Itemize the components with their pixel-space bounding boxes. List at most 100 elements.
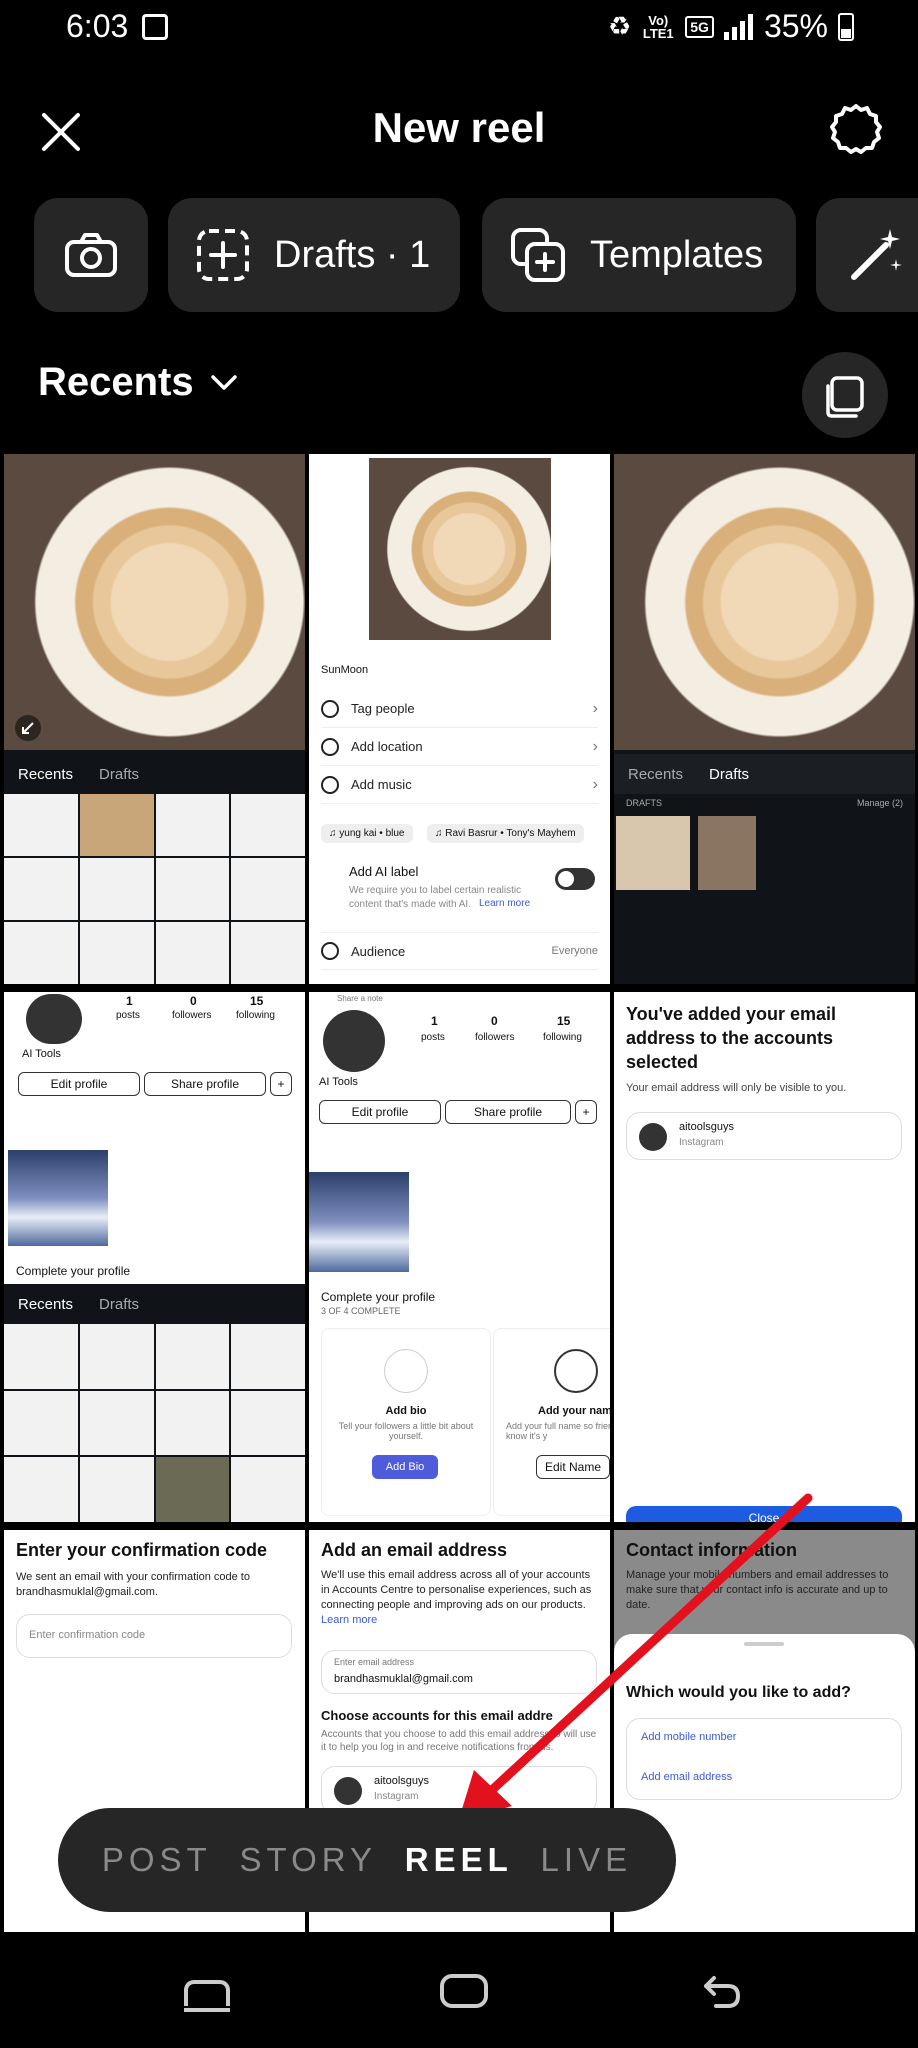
network-5g-indicator: 5G — [685, 15, 714, 38]
sun-moon-artwork — [369, 458, 551, 640]
add-email-sub: We'll use this email address across all … — [321, 1569, 592, 1611]
email-added-sub: Your email address will only be visible … — [626, 1082, 847, 1094]
sun-moon-artwork — [4, 454, 305, 750]
complete-profile-text: Complete your profile — [321, 1290, 436, 1304]
signal-icon — [723, 13, 754, 40]
media-thumbnail-5[interactable]: Share a note 1 posts 0 followers 15 foll… — [309, 992, 610, 1522]
mode-live[interactable]: LIVE — [541, 1841, 633, 1879]
confirmation-placeholder: Enter confirmation code — [29, 1629, 146, 1641]
mini-grid — [4, 794, 305, 984]
add-bio-desc: Tell your followers a little bit about y… — [338, 1421, 474, 1441]
manage-drafts: Manage (2) — [856, 798, 903, 808]
sheet-title: Which would you like to add? — [626, 1684, 851, 1701]
edit-profile-button: Edit profile — [18, 1072, 140, 1096]
avatar — [334, 1777, 362, 1805]
album-selector[interactable]: Recents — [38, 360, 238, 405]
battery-percent: 35% — [763, 8, 828, 44]
mode-reel[interactable]: REEL — [405, 1841, 513, 1879]
back-icon[interactable] — [702, 1972, 742, 2012]
confirmation-heading: Enter your confirmation code — [16, 1540, 268, 1560]
choose-accounts-sub: Accounts that you choose to add this ema… — [321, 1729, 597, 1753]
mode-story[interactable]: STORY — [240, 1841, 378, 1879]
tag-people-row: Tag people › — [321, 690, 598, 728]
account-app: Instagram — [679, 1137, 724, 1148]
media-thumbnail-2[interactable]: SunMoon Tag people › Add location › Add mu… — [309, 454, 610, 984]
posts-label: posts — [116, 1010, 140, 1021]
multi-select-icon — [826, 376, 864, 418]
account-name: aitoolsguys — [679, 1121, 735, 1133]
ai-label-learn-more: Learn more — [479, 898, 531, 909]
expand-icon — [15, 715, 41, 741]
posts-count: 1 — [126, 994, 133, 1008]
edit-name-button: Edit Name — [536, 1455, 610, 1479]
mini-tab-drafts: Drafts — [99, 765, 140, 783]
templates-button[interactable]: Templates — [482, 198, 796, 312]
mini-tab-drafts: Drafts — [99, 1295, 140, 1313]
music-chip-1: ♫ yung kai • blue — [321, 824, 413, 843]
draft-thumb-2 — [698, 816, 756, 890]
templates-label: Templates — [590, 233, 764, 276]
page-title: New reel — [372, 104, 546, 151]
add-name-desc: Add your full name so friends know it's … — [506, 1421, 610, 1441]
add-name-card: Add your name Add your full name so frie… — [493, 1328, 610, 1516]
followers-count: 0 — [190, 994, 197, 1008]
header: New reel — [0, 88, 918, 168]
volte-indicator: Vo) LTE1 — [642, 12, 674, 41]
camera-button[interactable] — [34, 198, 148, 312]
album-label: Recents — [38, 360, 194, 404]
share-profile-button: Share profile — [144, 1072, 266, 1096]
select-multiple-button[interactable] — [802, 352, 888, 438]
add-bio-title: Add bio — [385, 1405, 427, 1417]
music-chip-2: ♫ Ravi Basrur • Tony's Mayhem — [427, 824, 584, 843]
status-icons: ♻ Vo) LTE1 5G 35% — [608, 8, 854, 45]
capture-mode-selector: POST STORY REEL LIVE — [58, 1808, 676, 1912]
profile-name: AI Tools — [22, 1048, 61, 1060]
add-person-button: + — [575, 1100, 597, 1124]
confirmation-sub: We sent an email with your confirmation … — [16, 1571, 250, 1598]
magic-wand-icon — [851, 229, 902, 280]
account-app: Instagram — [374, 1791, 419, 1802]
following-label: following — [236, 1010, 275, 1021]
media-thumbnail-1[interactable]: Recents Drafts — [4, 454, 305, 984]
following-count: 15 — [250, 994, 264, 1008]
confirmation-code-input: Enter confirmation code — [16, 1614, 292, 1658]
add-email-option: Add email address — [641, 1771, 733, 1783]
add-location-row: Add location › — [321, 728, 598, 766]
add-bio-card: Add bio Tell your followers a little bit… — [321, 1328, 491, 1516]
media-thumbnail-4[interactable]: 1 posts 0 followers 15 following AI Tool… — [4, 992, 305, 1522]
contact-info-sub: Manage your mobile numbers and email add… — [626, 1569, 889, 1611]
contact-info-heading: Contact information — [626, 1540, 797, 1560]
mini-tabbar: Recents Drafts — [614, 754, 915, 794]
add-email-learn-more: Learn more — [321, 1614, 378, 1626]
mode-post[interactable]: POST — [102, 1841, 212, 1879]
add-person-button: + — [270, 1072, 292, 1096]
settings-gear-icon[interactable] — [828, 102, 884, 158]
status-bar: 6:03 ♻ Vo) LTE1 5G 35% — [0, 0, 918, 56]
posts-count: 1 — [431, 1014, 438, 1028]
sun-moon-artwork — [614, 454, 915, 750]
account-card: aitoolsguys Instagram — [626, 1112, 902, 1160]
drafts-label: Drafts · 1 — [274, 233, 431, 276]
profile-name: AI Tools — [319, 1076, 358, 1088]
add-options-card: Add mobile number Add email address — [626, 1718, 902, 1800]
action-chips: Drafts · 1 Templates — [0, 198, 918, 314]
media-thumbnail-6[interactable]: You've added your email address to the a… — [614, 992, 915, 1522]
mini-tab-recents: Recents — [18, 765, 74, 783]
edit-profile-button: Edit profile — [319, 1100, 441, 1124]
followers-label: followers — [475, 1032, 515, 1043]
ai-magic-button[interactable] — [816, 198, 918, 312]
recent-apps-icon[interactable] — [184, 1980, 230, 2012]
following-count: 15 — [557, 1014, 571, 1028]
add-bio-icon — [384, 1349, 428, 1393]
recycle-icon: ♻ — [607, 11, 632, 41]
drafts-button[interactable]: Drafts · 1 — [168, 198, 460, 312]
followers-label: followers — [172, 1010, 212, 1021]
media-thumbnail-3[interactable]: Recents Drafts DRAFTS Manage (2) — [614, 454, 915, 984]
avatar — [639, 1123, 667, 1151]
mini-grid — [4, 1324, 305, 1522]
home-icon[interactable] — [440, 1974, 488, 2008]
avatar — [323, 1010, 385, 1072]
sheet-handle — [744, 1642, 784, 1646]
draft-thumb-1 — [616, 816, 690, 890]
gallery-notification-icon — [142, 14, 168, 40]
